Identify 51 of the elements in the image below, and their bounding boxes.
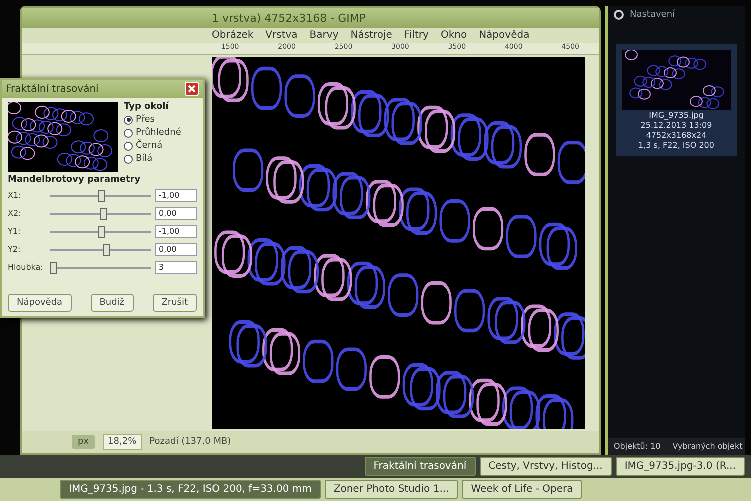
taskbar-button[interactable]: Fraktální trasování — [364, 457, 476, 476]
status-text: Objektů: 10 — [614, 442, 661, 451]
file-name: IMG_9735.jpg — [649, 111, 704, 120]
slider-thumb[interactable] — [100, 208, 107, 220]
menu-item[interactable]: Vrstva — [266, 30, 298, 41]
param-label: Y1: — [8, 227, 22, 236]
unit-selector[interactable]: px — [72, 435, 96, 449]
param-label: X2: — [8, 209, 22, 218]
slider-thumb[interactable] — [98, 226, 104, 238]
layer-info: Pozadí (137,0 MB) — [150, 437, 232, 447]
group-title: Typ okolí — [124, 102, 170, 112]
radio-option[interactable]: Černá — [124, 141, 182, 151]
taskbar-button[interactable]: IMG_9735.jpg - 1.3 s, F22, ISO 200, f=33.00 mm — [60, 480, 321, 499]
dialog-title: Fraktální trasování — [6, 84, 99, 94]
number-field[interactable]: 0,00 — [155, 207, 197, 220]
dialog-button[interactable]: Budiž — [90, 294, 134, 312]
menu-item[interactable]: Nápověda — [479, 30, 530, 41]
menu-item[interactable]: Nástroje — [350, 30, 392, 41]
slider-thumb[interactable] — [50, 262, 58, 274]
taskbar-button[interactable]: IMG_9735.jpg-3.0 (R... — [616, 457, 745, 476]
menu-item[interactable]: Okno — [440, 30, 468, 41]
menu-item[interactable]: Obrázek — [212, 30, 254, 41]
number-field[interactable]: 0,00 — [155, 243, 197, 256]
slider-thumb[interactable] — [98, 190, 104, 202]
photo-size: 4752x3168x24 — [646, 131, 707, 140]
photo-exposure: 1,3 s, F22, ISO 200 — [638, 141, 714, 150]
photo-date: 25.12.2013 13:09 — [640, 121, 712, 130]
photo-thumbnail-card[interactable]: IMG_9735.jpg 25.12.2013 13:09 4752x3168x24 1,3 s, F22, ISO 200 — [616, 44, 737, 156]
number-field[interactable]: -1,00 — [155, 225, 197, 238]
zoom-field[interactable]: 18,2% — [103, 434, 142, 450]
param-label: Hloubka: — [8, 263, 44, 272]
slider-thumb[interactable] — [102, 244, 110, 256]
radio-option[interactable]: Bílá — [124, 154, 182, 164]
close-button[interactable] — [185, 82, 199, 96]
dialog-button[interactable]: Nápověda — [8, 294, 72, 312]
section-title: Mandelbrotovy parametry — [8, 175, 142, 185]
radio-option[interactable]: Přes — [124, 115, 182, 125]
number-field[interactable]: 3 — [155, 261, 197, 274]
param-label: X1: — [8, 191, 22, 200]
status-text: Vybraných objekt — [672, 442, 743, 451]
toolbar-label[interactable]: Nastavení — [630, 10, 676, 20]
param-label: Y2: — [8, 245, 22, 254]
taskbar-button[interactable]: Week of Life - Opera — [462, 480, 582, 499]
window-title: 1 vrstva) 4752x3168 - GIMP — [22, 8, 599, 28]
dialog-button[interactable]: Zrušit — [152, 294, 197, 312]
taskbar-button[interactable]: Zoner Photo Studio 1... — [324, 480, 458, 499]
menu-item[interactable]: Filtry — [404, 30, 429, 41]
menu-item[interactable]: Barvy — [310, 30, 339, 41]
number-field[interactable]: -1,00 — [155, 189, 197, 202]
radio-option[interactable]: Průhledné — [124, 128, 182, 138]
taskbar-button[interactable]: Cesty, Vrstvy, Histog... — [480, 457, 612, 476]
